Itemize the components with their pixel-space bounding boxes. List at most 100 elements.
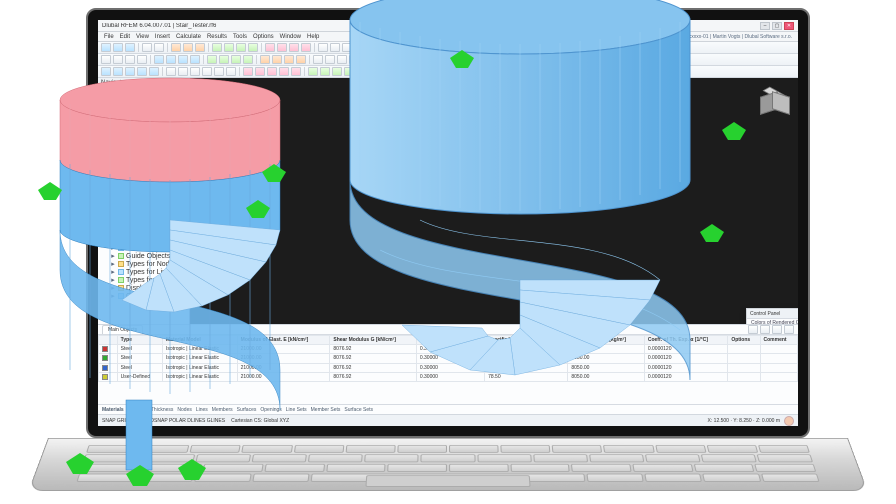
category-tab[interactable]: Line Sets xyxy=(286,407,307,413)
snap-toggles[interactable]: SNAP GRID ORTHO OSNAP POLAR DLINES GLINE… xyxy=(102,418,225,424)
tool-button[interactable] xyxy=(219,55,229,64)
table-row[interactable]: SteelIsotropic | Linear Elastic21000.008… xyxy=(99,363,798,372)
tree-item[interactable]: ▸Display Properties xyxy=(102,284,187,292)
control-panel[interactable]: Control Panel ✕ Colors of Rendered Objec… xyxy=(746,308,798,324)
tool-button[interactable] xyxy=(243,55,253,64)
category-tab[interactable]: Openings xyxy=(260,407,281,413)
tool-button[interactable] xyxy=(342,43,352,52)
tree-item[interactable]: ▸Nodes xyxy=(102,108,187,116)
tool-button[interactable] xyxy=(344,67,354,76)
menu-results[interactable]: Results xyxy=(207,34,227,40)
tool-button[interactable] xyxy=(125,55,135,64)
menu-insert[interactable]: Insert xyxy=(155,34,170,40)
category-tab[interactable]: Members xyxy=(212,407,233,413)
tool-button[interactable] xyxy=(421,67,431,76)
tree-item[interactable]: ▸Types for Lines xyxy=(102,268,187,276)
tool-button[interactable] xyxy=(409,67,419,76)
tree-item[interactable]: ▸Numbering xyxy=(102,204,187,212)
tree-item[interactable]: ▸Types for Surfaces xyxy=(102,276,187,284)
tree-item[interactable]: ▸Rendering xyxy=(102,188,187,196)
tree-item[interactable]: ▾Model xyxy=(102,100,187,108)
search-input[interactable]: Type a keyword (Ctrl+F) xyxy=(574,33,654,41)
tool-button[interactable] xyxy=(385,55,395,64)
tool-button[interactable] xyxy=(469,55,479,64)
category-tab[interactable]: Surfaces xyxy=(237,407,257,413)
table-tool-button[interactable] xyxy=(760,325,770,334)
tool-button[interactable] xyxy=(226,67,236,76)
nav-tool-button[interactable] xyxy=(99,89,107,96)
tool-button[interactable] xyxy=(284,55,294,64)
tool-button[interactable] xyxy=(330,43,340,52)
table-row[interactable]: User-DefinedIsotropic | Linear Elastic21… xyxy=(99,372,798,381)
tab-main-objects[interactable]: Main Objects xyxy=(102,325,143,334)
tree-item[interactable]: ▸General xyxy=(102,292,187,300)
open-file-button[interactable] xyxy=(113,43,123,52)
tool-button[interactable] xyxy=(272,55,282,64)
tool-button[interactable] xyxy=(409,55,419,64)
menu-tools[interactable]: Tools xyxy=(233,34,247,40)
tree-item[interactable]: ▸Line Supports xyxy=(102,164,187,172)
tool-button[interactable] xyxy=(231,55,241,64)
tool-button[interactable] xyxy=(361,67,371,76)
minimize-button[interactable]: – xyxy=(760,22,770,30)
tool-button[interactable] xyxy=(267,67,277,76)
tool-button[interactable] xyxy=(318,43,328,52)
tool-button[interactable] xyxy=(450,43,460,52)
tool-button[interactable] xyxy=(214,67,224,76)
tool-button[interactable] xyxy=(260,55,270,64)
tree-item[interactable]: ▸Local Axis Systems xyxy=(102,212,187,220)
tool-button[interactable] xyxy=(255,67,265,76)
tool-button[interactable] xyxy=(433,67,443,76)
nav-tool-button[interactable] xyxy=(135,89,143,96)
tool-button[interactable] xyxy=(308,67,318,76)
tool-button[interactable] xyxy=(183,43,193,52)
tree-item[interactable]: ▸Colors in Rendering xyxy=(102,196,187,204)
menu-calculate[interactable]: Calculate xyxy=(176,34,201,40)
category-tab[interactable]: Materials xyxy=(102,407,124,413)
tool-button[interactable] xyxy=(236,43,246,52)
tree-item[interactable]: ▸Openings xyxy=(102,148,187,156)
tool-button[interactable] xyxy=(113,67,123,76)
tool-button[interactable] xyxy=(195,43,205,52)
category-tab[interactable]: Member Sets xyxy=(311,407,341,413)
tool-button[interactable] xyxy=(414,43,424,52)
tool-button[interactable] xyxy=(178,55,188,64)
category-tab[interactable]: Lines xyxy=(196,407,208,413)
category-tab[interactable]: Thickness xyxy=(151,407,174,413)
new-file-button[interactable] xyxy=(101,43,111,52)
tree-item[interactable]: ▸Loads xyxy=(102,220,187,228)
category-tab[interactable]: Sections xyxy=(128,407,147,413)
tool-button[interactable] xyxy=(137,67,147,76)
tool-button[interactable] xyxy=(265,43,275,52)
tree-item[interactable]: ▸Surfaces xyxy=(102,132,187,140)
tree-item[interactable]: ▸Lines xyxy=(102,116,187,124)
table-row[interactable]: SteelIsotropic | Linear Elastic21000.008… xyxy=(99,345,798,354)
tree-item[interactable]: ▸Results xyxy=(102,236,187,244)
table-tool-button[interactable] xyxy=(784,325,794,334)
menu-view[interactable]: View xyxy=(136,34,149,40)
tool-button[interactable] xyxy=(277,43,287,52)
tree-item[interactable]: ▸Members xyxy=(102,124,187,132)
tool-button[interactable] xyxy=(390,43,400,52)
tool-button[interactable] xyxy=(291,67,301,76)
tool-button[interactable] xyxy=(397,55,407,64)
model-viewport[interactable]: Control Panel ✕ Colors of Rendered Objec… xyxy=(190,78,798,324)
tool-button[interactable] xyxy=(426,43,436,52)
panel-row[interactable]: Colors of Rendered Objects xyxy=(747,319,798,324)
tool-button[interactable] xyxy=(325,55,335,64)
tree-item[interactable]: ▸Sections xyxy=(102,180,187,188)
tool-button[interactable] xyxy=(279,67,289,76)
tool-button[interactable] xyxy=(378,43,388,52)
tool-button[interactable] xyxy=(190,55,200,64)
tool-button[interactable] xyxy=(296,55,306,64)
tool-button[interactable] xyxy=(137,55,147,64)
close-button[interactable]: ✕ xyxy=(784,22,794,30)
tree-item[interactable]: ▸Dimensions xyxy=(102,172,187,180)
tool-button[interactable] xyxy=(457,67,467,76)
tool-button[interactable] xyxy=(166,67,176,76)
control-panel-header[interactable]: Control Panel ✕ xyxy=(747,309,798,319)
tool-button[interactable] xyxy=(373,67,383,76)
tool-button[interactable] xyxy=(243,67,253,76)
tool-button[interactable] xyxy=(445,55,455,64)
nav-tool-button[interactable] xyxy=(126,89,134,96)
